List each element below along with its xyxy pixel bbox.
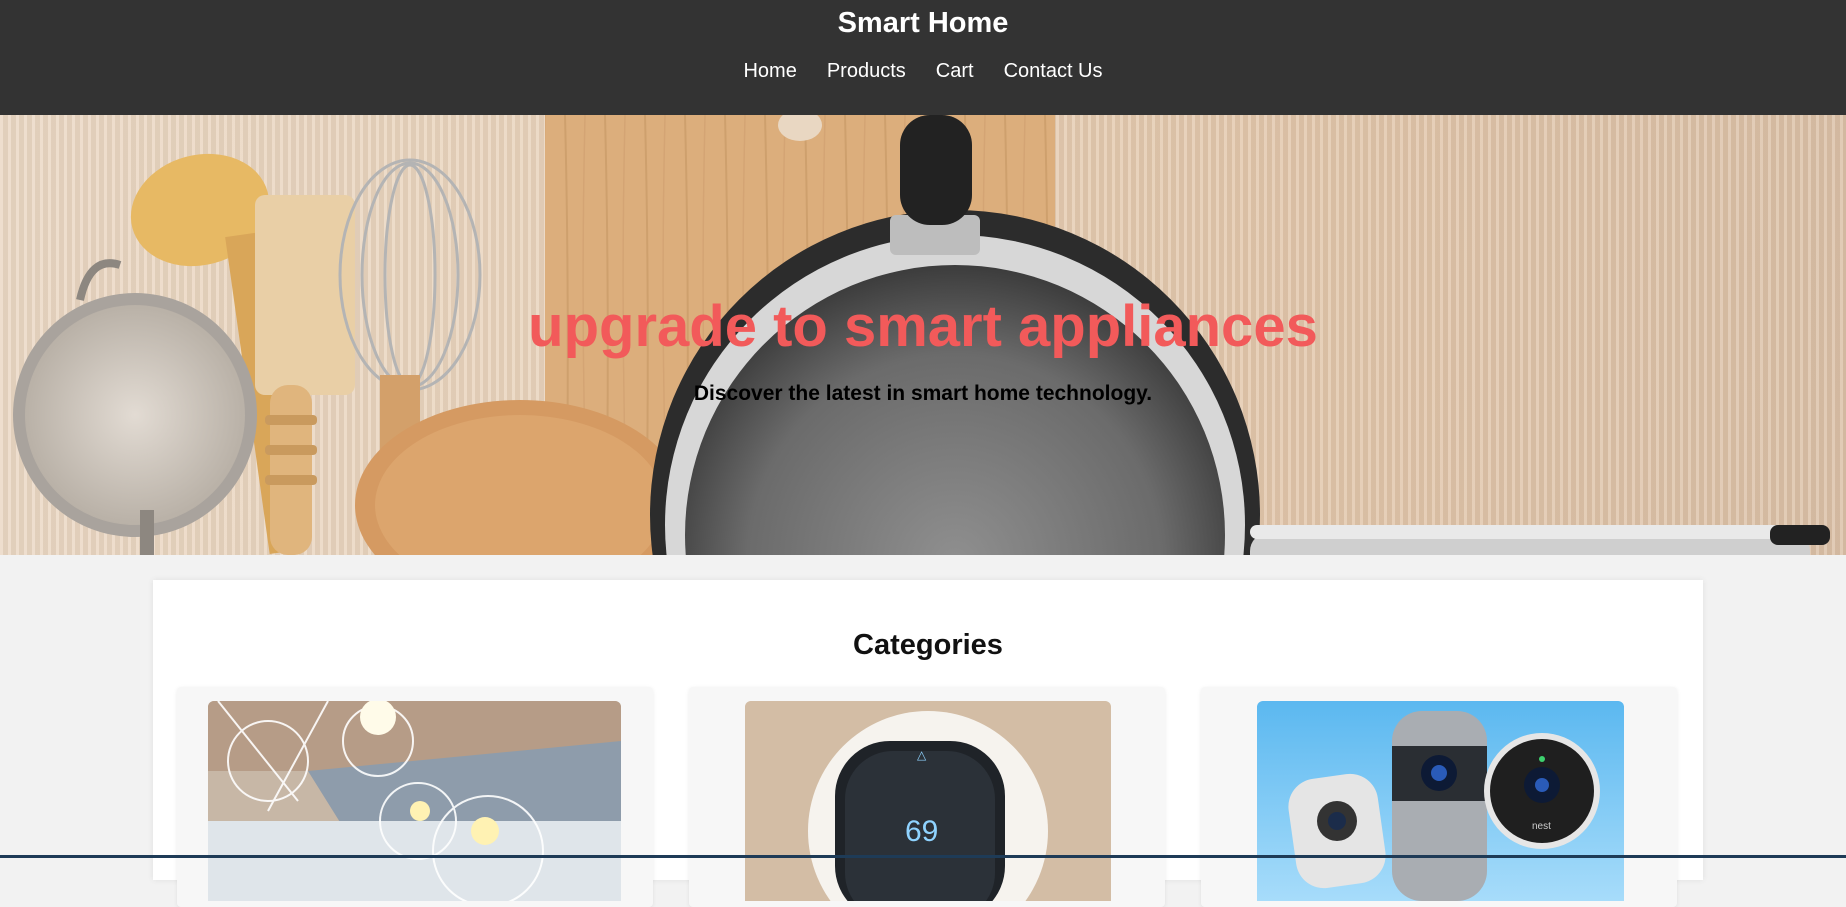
categories-section: Categories 69 △ nest (153, 580, 1703, 907)
hero-heading: upgrade to smart appliances (528, 294, 1318, 359)
camera-brand-label: nest (1532, 821, 1551, 832)
nav-products-link[interactable]: Products (827, 58, 906, 84)
main-nav: Home Products Cart Contact Us (0, 58, 1846, 84)
nav-home-link[interactable]: Home (743, 58, 796, 84)
site-title: Smart Home (837, 7, 1009, 39)
hero-banner: upgrade to smart appliances Discover the… (0, 115, 1846, 555)
site-header: Smart Home Home Products Cart Contact Us (0, 0, 1846, 115)
category-card[interactable]: nest (1201, 687, 1677, 907)
thermostat-reading: 69 (905, 815, 938, 848)
categories-title: Categories (853, 629, 1003, 661)
security-cameras-image[interactable]: nest (1257, 701, 1624, 901)
svg-text:△: △ (917, 748, 927, 762)
smart-thermostat-image[interactable]: 69 △ (745, 701, 1111, 901)
smart-lighting-image[interactable] (208, 701, 621, 901)
nav-cart-link[interactable]: Cart (936, 58, 974, 84)
nav-contact-link[interactable]: Contact Us (1004, 58, 1103, 84)
category-card[interactable]: 69 △ (689, 687, 1165, 907)
category-card[interactable] (177, 687, 653, 907)
hero-subheading: Discover the latest in smart home techno… (693, 382, 1153, 405)
